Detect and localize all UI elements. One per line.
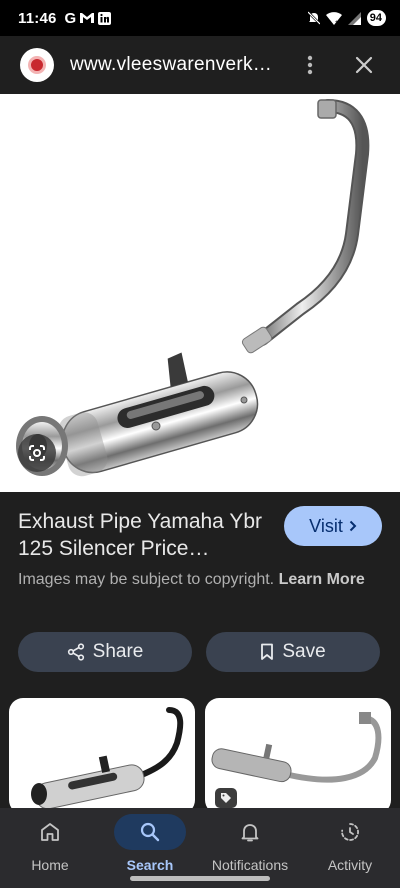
- svg-text:+: +: [335, 20, 339, 25]
- status-time: 11:46: [18, 9, 57, 27]
- site-favicon: [20, 48, 54, 82]
- chevron-right-icon: [349, 520, 357, 532]
- related-image-card[interactable]: [9, 698, 195, 814]
- result-title[interactable]: Exhaust Pipe Yamaha Ybr 125 Silencer Pri…: [18, 508, 280, 562]
- copyright-notice: Images may be subject to copyright. Lear…: [18, 568, 368, 591]
- save-label: Save: [282, 641, 326, 662]
- battery-level: 94: [369, 12, 382, 24]
- google-lens-button[interactable]: [18, 434, 56, 472]
- product-image[interactable]: [0, 94, 400, 492]
- home-icon: [41, 823, 59, 841]
- nav-notifications[interactable]: Notifications: [200, 808, 300, 880]
- favicon-icon: [28, 56, 46, 74]
- status-bar: 11:46 G + 94: [0, 0, 400, 36]
- product-tag-badge: [215, 788, 237, 808]
- system-icons: + 94: [307, 10, 386, 26]
- nav-home-label: Home: [31, 857, 69, 873]
- search-icon: [140, 822, 160, 842]
- battery-icon: 94: [366, 10, 386, 26]
- visit-button[interactable]: Visit: [284, 506, 382, 546]
- nav-notifications-icon-wrap: [214, 814, 286, 850]
- google-icon: G: [64, 9, 77, 27]
- close-button[interactable]: [350, 51, 378, 79]
- tag-icon: [221, 793, 231, 803]
- nav-notifications-label: Notifications: [211, 857, 289, 873]
- linkedin-icon: [98, 11, 112, 25]
- gesture-navigation-bar[interactable]: [130, 876, 270, 881]
- notification-icons: G: [65, 10, 112, 27]
- copyright-text: Images may be subject to copyright.: [18, 571, 275, 588]
- nav-search[interactable]: Search: [100, 808, 200, 880]
- save-button[interactable]: Save: [206, 632, 380, 672]
- url-bar: www.vleeswarenverkoop.nl: [0, 36, 400, 94]
- nav-search-label: Search: [126, 857, 174, 873]
- nav-activity-icon-wrap: [314, 814, 386, 850]
- nav-activity-label: Activity: [327, 857, 373, 873]
- nav-home-icon-wrap: [14, 814, 86, 850]
- share-button[interactable]: Share: [18, 632, 192, 672]
- related-exhaust-image-1: [31, 707, 184, 810]
- related-image-card[interactable]: [205, 698, 391, 814]
- bookmark-icon: [261, 643, 274, 660]
- nav-home[interactable]: Home: [0, 808, 100, 880]
- gmail-icon: [80, 13, 95, 23]
- share-icon: [67, 643, 84, 661]
- signal-icon: [347, 11, 361, 25]
- more-vert-icon: [307, 55, 313, 75]
- visit-label: Visit: [309, 515, 343, 536]
- lens-icon: [29, 445, 45, 461]
- bell-icon: [241, 824, 259, 842]
- activity-icon: [341, 823, 359, 841]
- nav-activity[interactable]: Activity: [300, 808, 400, 880]
- exhaust-pipe-illustration: [16, 99, 370, 477]
- url-text[interactable]: www.vleeswarenverkoop.nl: [70, 54, 276, 76]
- wifi-icon: +: [325, 11, 342, 25]
- learn-more-link[interactable]: Learn More: [279, 571, 365, 588]
- share-label: Share: [92, 641, 144, 662]
- nav-search-icon-wrap: [114, 814, 186, 850]
- mute-icon: [307, 11, 320, 25]
- close-icon: [355, 56, 373, 74]
- more-options-button[interactable]: [300, 51, 320, 79]
